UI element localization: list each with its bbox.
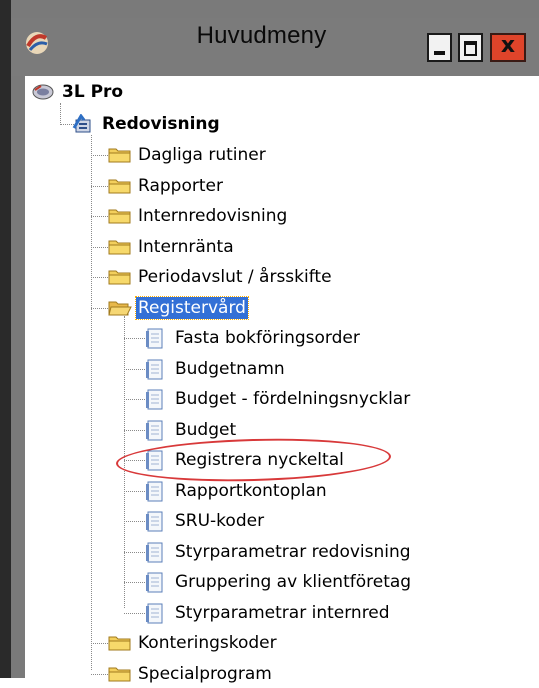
document-icon (145, 389, 167, 410)
tree-label: Internredovisning (138, 206, 288, 226)
tree-folder-specialprogram[interactable]: Specialprogram (108, 660, 274, 688)
tree-line (124, 613, 145, 614)
folder-icon (108, 176, 131, 196)
close-icon: x (500, 33, 516, 58)
redovisning-icon (72, 114, 94, 134)
tree-item-styrparametrar-internred[interactable]: Styrparametrar internred (145, 599, 392, 627)
tree-item-budget-fordelningsnycklar[interactable]: Budget - fördelningsnycklar (145, 385, 412, 413)
folder-icon (108, 633, 131, 653)
tree-folder-internranta[interactable]: Internränta (108, 233, 236, 261)
tree-label: Rapportkontoplan (175, 481, 327, 501)
tree-item-fasta-bokforingsorder[interactable]: Fasta bokföringsorder (145, 324, 362, 352)
close-button[interactable]: x (490, 33, 526, 62)
tree-label: Registervård (135, 296, 249, 320)
window-left-edge (0, 0, 11, 678)
tree-label: Styrparametrar internred (175, 603, 390, 623)
tree-line (124, 399, 145, 400)
tree-item-gruppering-av-klientforetag[interactable]: Gruppering av klientföretag (145, 568, 413, 596)
folder-icon (108, 267, 131, 287)
document-icon (145, 603, 167, 624)
tree-folder-rapporter[interactable]: Rapporter (108, 172, 225, 200)
tree-label: Specialprogram (138, 664, 272, 684)
folder-open-icon (108, 298, 132, 318)
tree-module-redovisning[interactable]: Redovisning (72, 110, 222, 138)
tree-line (91, 186, 108, 187)
folder-icon (108, 206, 131, 226)
tree-item-styrparametrar-redovisning[interactable]: Styrparametrar redovisning (145, 538, 413, 566)
tree-label: Redovisning (102, 114, 220, 134)
tree-line (124, 491, 145, 492)
tree-line (124, 338, 145, 339)
3l-pro-icon (32, 82, 54, 102)
document-icon (145, 481, 167, 502)
tree-line (124, 369, 145, 370)
tree-line (124, 521, 145, 522)
minimize-button[interactable] (427, 33, 452, 62)
document-icon (145, 572, 167, 593)
tree-folder-dagliga-rutiner[interactable]: Dagliga rutiner (108, 141, 268, 169)
tree-folder-internredovisning[interactable]: Internredovisning (108, 202, 289, 230)
tree-folder-periodavslut-arsskifte[interactable]: Periodavslut / årsskifte (108, 263, 334, 291)
tree-folder-konteringskoder[interactable]: Konteringskoder (108, 629, 279, 657)
tree-label: Internränta (138, 237, 234, 257)
tree-label: Budget - fördelningsnycklar (175, 389, 411, 409)
tree-item-budgetnamn[interactable]: Budgetnamn (145, 355, 287, 383)
tree-line (124, 552, 145, 553)
tree-label: 3L Pro (62, 82, 124, 102)
tree-line (91, 216, 108, 217)
maximize-button[interactable] (458, 33, 483, 62)
tree-label: Budget (175, 420, 237, 440)
tree-line (91, 277, 108, 278)
document-icon (145, 328, 167, 349)
tree-root-3l-pro[interactable]: 3L Pro (32, 78, 125, 106)
document-icon (145, 511, 167, 532)
folder-icon (108, 145, 131, 165)
tree-line (91, 155, 108, 156)
tree-folder-registervard[interactable]: Registervård (108, 294, 249, 322)
document-icon (145, 359, 167, 380)
tree-line (124, 582, 145, 583)
tree-line (124, 430, 145, 431)
tree-line (91, 674, 108, 675)
folder-icon (108, 664, 131, 684)
tree-label: Styrparametrar redovisning (175, 542, 411, 562)
folder-icon (108, 237, 131, 257)
document-icon (145, 542, 167, 563)
tree-line (91, 308, 108, 309)
tree-label: Budgetnamn (175, 359, 285, 379)
tree-label: Dagliga rutiner (138, 145, 266, 165)
document-icon (145, 420, 167, 441)
tree-item-sru-koder[interactable]: SRU-koder (145, 507, 266, 535)
tree-label: Konteringskoder (138, 633, 277, 653)
tree-label: Fasta bokföringsorder (175, 328, 360, 348)
tree-line (60, 103, 61, 125)
tree-label: Gruppering av klientföretag (175, 572, 412, 592)
tree-label: SRU-koder (175, 511, 265, 531)
tree-label: Periodavslut / årsskifte (138, 267, 332, 287)
tree-label: Rapporter (138, 176, 223, 196)
tree-line (91, 643, 108, 644)
tree-line (91, 247, 108, 248)
